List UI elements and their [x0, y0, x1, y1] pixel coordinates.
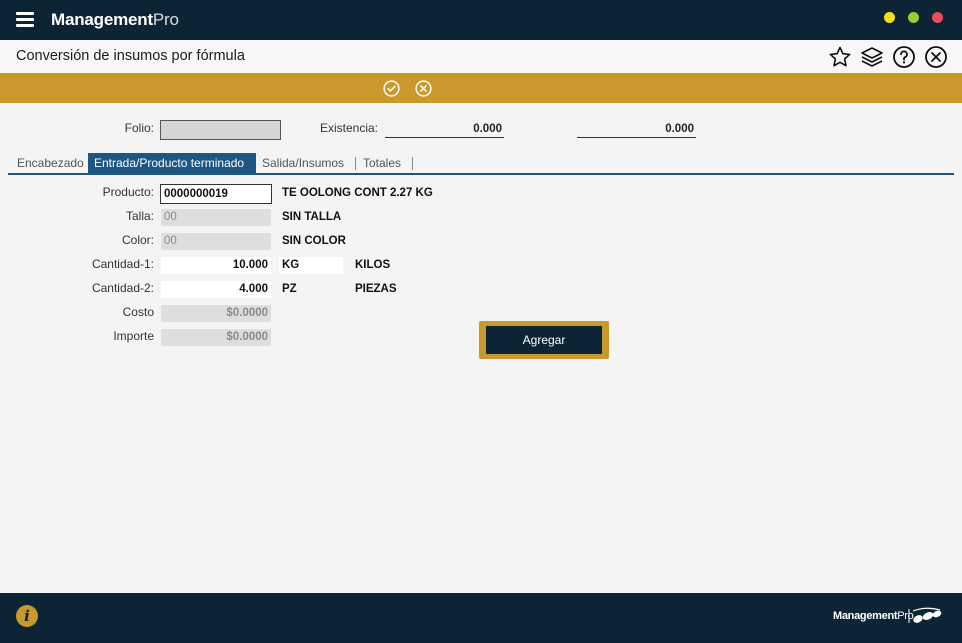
tab-totales[interactable]: Totales	[357, 153, 413, 173]
close-icon[interactable]	[924, 45, 948, 69]
cantidad1-input[interactable]: 10.000	[161, 257, 271, 274]
star-icon[interactable]	[828, 45, 852, 69]
minimize-button[interactable]	[884, 12, 895, 23]
brand-mark-icon	[908, 607, 942, 623]
cancel-icon[interactable]	[415, 80, 432, 97]
color-description: SIN COLOR	[282, 235, 346, 247]
color-field: 00	[161, 233, 271, 250]
check-icon[interactable]	[383, 80, 400, 97]
app-brand: ManagementPro	[51, 10, 179, 29]
folio-field[interactable]	[160, 120, 281, 140]
cantidad1-unit[interactable]: KG	[279, 257, 343, 274]
footer-bar: i ManagementPro	[0, 593, 962, 643]
existencia-value-2: 0.000	[577, 120, 696, 138]
cantidad2-unit: PZ	[282, 283, 297, 295]
window-close-button[interactable]	[932, 12, 943, 23]
help-icon[interactable]	[892, 45, 916, 69]
agregar-button[interactable]: Agregar	[486, 326, 602, 354]
existencia-label: Existencia:	[319, 121, 378, 135]
costo-label: Costo	[122, 305, 154, 319]
footer-logo: ManagementPro	[833, 610, 914, 622]
producto-description: TE OOLONG CONT 2.27 KG	[282, 187, 433, 199]
menu-icon[interactable]	[16, 12, 34, 28]
maximize-button[interactable]	[908, 12, 919, 23]
producto-input[interactable]: 0000000019	[160, 184, 272, 204]
cantidad2-label: Cantidad-2:	[91, 281, 154, 295]
folio-label: Folio:	[124, 121, 154, 135]
layers-icon[interactable]	[860, 45, 884, 69]
action-bar	[0, 73, 962, 103]
importe-label: Importe	[113, 329, 154, 343]
cantidad1-unit-description: KILOS	[355, 259, 391, 271]
talla-label: Talla:	[125, 209, 154, 223]
cantidad2-input[interactable]: 4.000	[161, 281, 271, 298]
page-header: Conversión de insumos por fórmula	[0, 40, 962, 73]
cantidad2-unit-description: PIEZAS	[355, 283, 397, 295]
talla-description: SIN TALLA	[282, 211, 342, 223]
tab-salida-insumos[interactable]: Salida/Insumos	[256, 153, 356, 173]
producto-label: Producto:	[102, 185, 154, 199]
tab-bar: Encabezado Entrada/Producto terminado Sa…	[8, 153, 954, 175]
page-title: Conversión de insumos por fórmula	[16, 48, 245, 64]
title-bar: ManagementPro	[0, 0, 962, 40]
color-label: Color:	[121, 233, 154, 247]
tab-entrada-producto-terminado[interactable]: Entrada/Producto terminado	[88, 153, 256, 173]
info-icon[interactable]: i	[16, 605, 38, 627]
importe-field: $0.0000	[161, 329, 271, 346]
costo-field: $0.0000	[161, 305, 271, 322]
tab-encabezado[interactable]: Encabezado	[11, 153, 90, 173]
agregar-button-frame: Agregar	[479, 321, 609, 359]
existencia-value-1: 0.000	[385, 120, 504, 138]
talla-field: 00	[161, 209, 271, 226]
cantidad1-label: Cantidad-1:	[91, 257, 154, 271]
